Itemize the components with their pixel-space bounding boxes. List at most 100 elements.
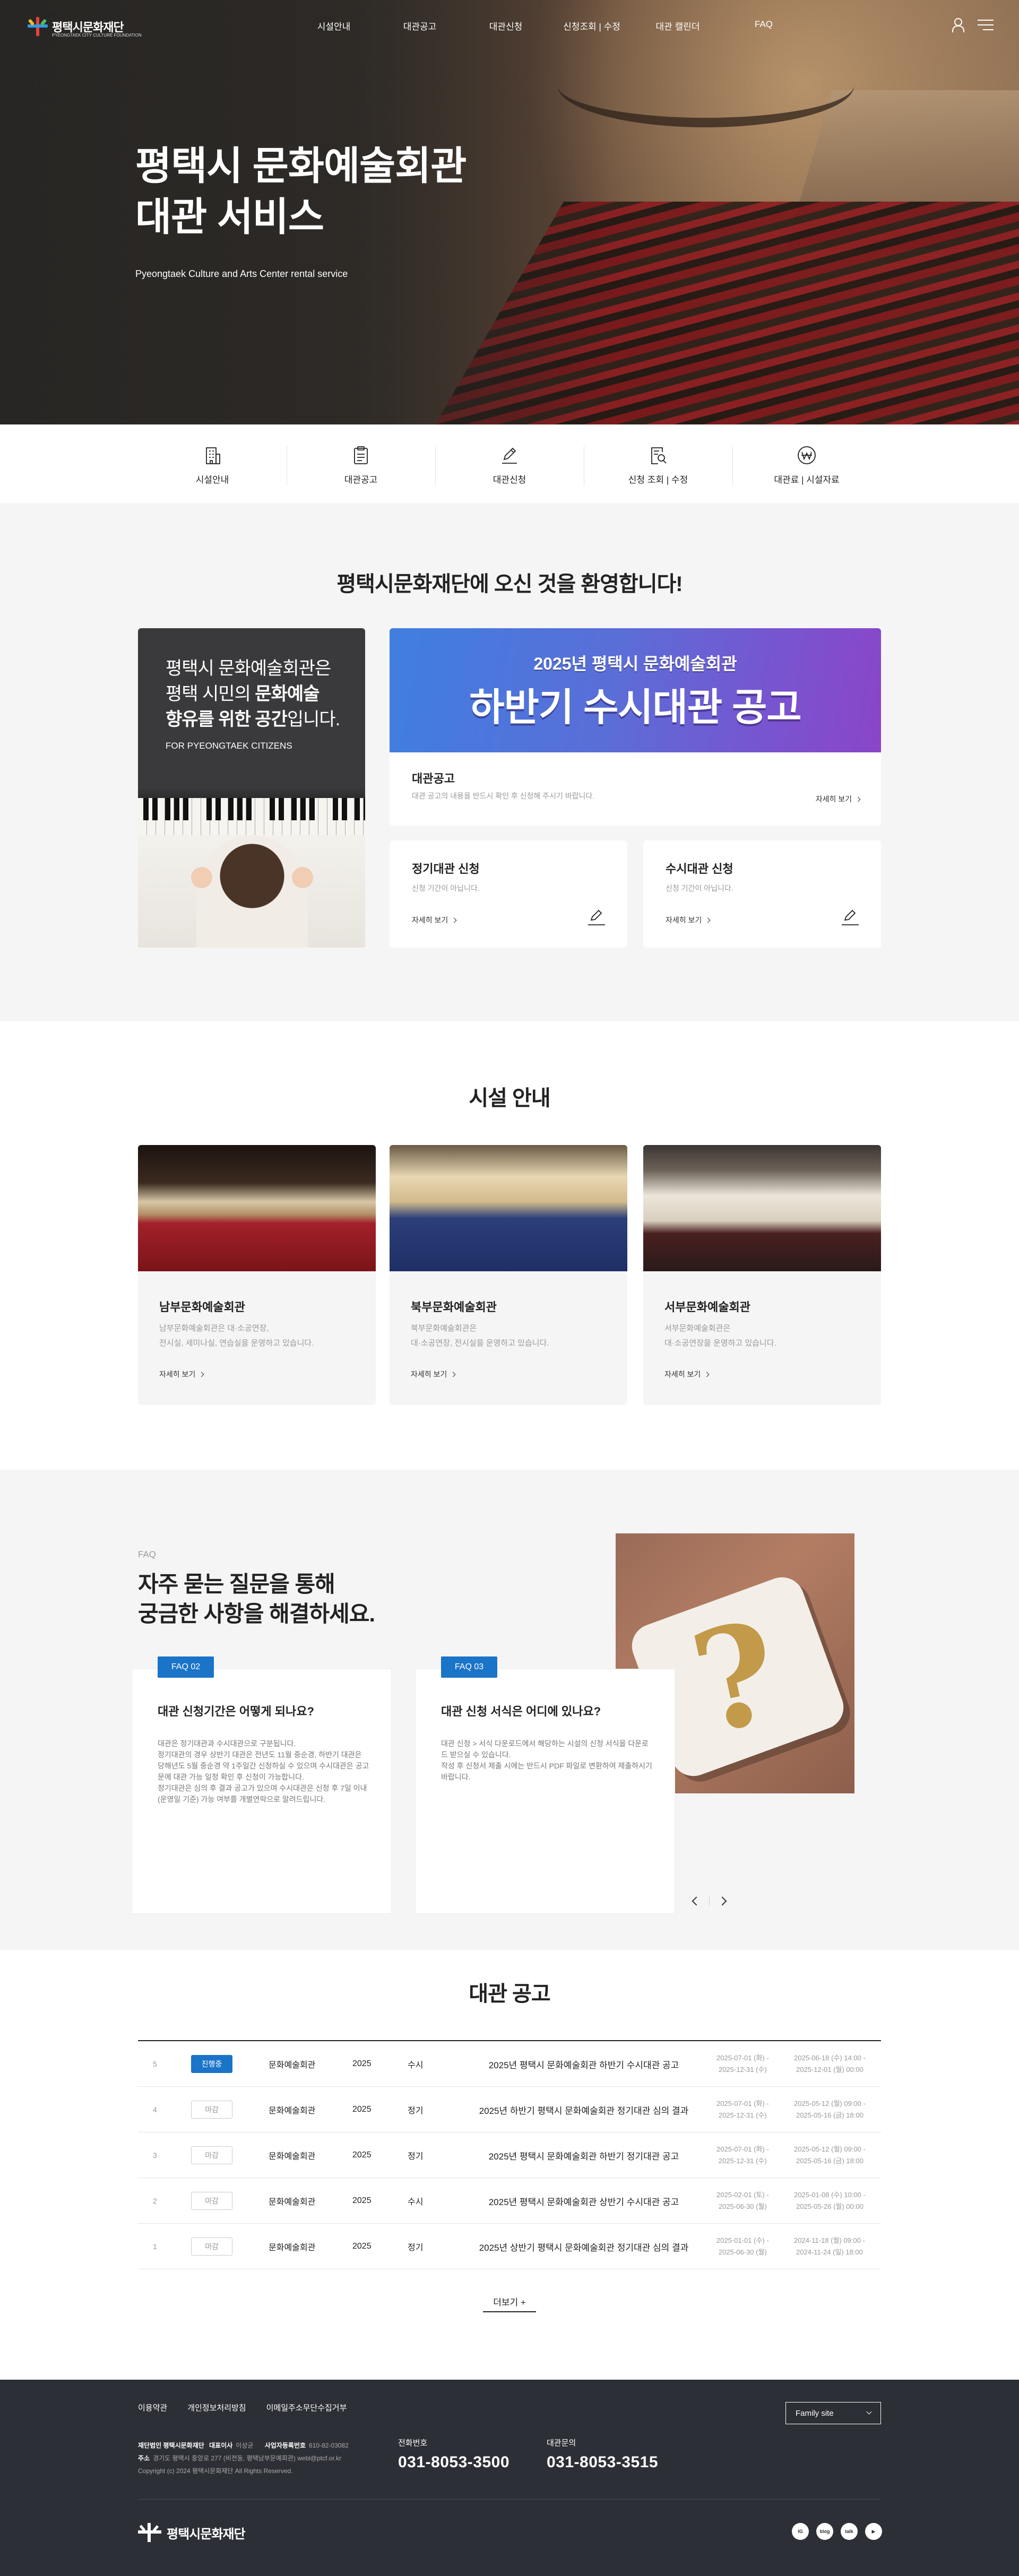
row-year: 2025 (352, 2105, 372, 2114)
instagram-icon[interactable]: IG (792, 2523, 809, 2540)
quick-item-apply[interactable]: 대관신청 (435, 440, 584, 488)
family-site-select[interactable]: Family site (785, 2402, 881, 2424)
row-number: 3 (153, 2151, 157, 2159)
kakao-icon[interactable]: talk (841, 2523, 858, 2540)
ceo-value: 이상균 (236, 2442, 254, 2449)
facility-name: 서부문화예술회관 (664, 1300, 750, 1314)
more-button[interactable]: 더보기 + (483, 2295, 536, 2312)
row-venue: 문화예술회관 (269, 2152, 316, 2161)
occasional-rental-desc: 신청 기간이 아닙니다. (666, 884, 733, 892)
quick-item-lookup[interactable]: 신청 조회 | 수정 (584, 440, 732, 488)
chevron-right-icon (705, 917, 711, 923)
footer-link-privacy[interactable]: 개인정보처리방침 (187, 2402, 246, 2413)
footer-divider (138, 2499, 881, 2500)
nav-item-faq[interactable]: FAQ (721, 19, 807, 32)
faq-card[interactable]: FAQ 02 대관 신청기간은 어떻게 되나요? 대관은 정기대관과 수시대관으… (132, 1656, 392, 1914)
table-row[interactable]: 2 마감 문화예술회관 2025 수시 2025년 평택시 문화예술회관 상반기 수시대관… (138, 2178, 881, 2224)
more-label: 자세히 보기 (412, 916, 448, 924)
facility-card-south[interactable]: 남부문화예술회관 남부문화예술회관은 대·소공연장, 전시실, 세미나실, 연습실… (138, 1145, 376, 1405)
row-title[interactable]: 2025년 하반기 평택시 문화예술회관 정기대관 심의 결과 (446, 2087, 722, 2132)
prev-arrow-icon[interactable] (692, 1896, 701, 1906)
logo-subtext: PYEONGTAEK CITY CULTURE FOUNDATION (52, 33, 142, 38)
hero-title-line1: 평택시 문화예술회관 (135, 144, 467, 188)
table-row[interactable]: 1 마감 문화예술회관 2025 정기 2025년 상반기 평택시 문화예술회관 정기대관… (138, 2224, 881, 2269)
period-end: 2025-12-31 (수) (718, 2111, 767, 2119)
building-icon (201, 444, 224, 467)
regular-rental-title: 정기대관 신청 (412, 862, 480, 875)
row-title[interactable]: 2025년 상반기 평택시 문화예술회관 정기대관 심의 결과 (446, 2224, 722, 2269)
notice-banner[interactable]: 2025년 평택시 문화예술회관 하반기 수시대관 공고 (390, 628, 881, 752)
site-logo[interactable]: 평택시문화재단 PYEONGTAEK CITY CULTURE FOUNDATI… (28, 17, 142, 38)
quick-item-notice[interactable]: 대관공고 (287, 440, 435, 488)
facility-more-link[interactable]: 자세히 보기 (664, 1369, 710, 1380)
chevron-right-icon (451, 917, 457, 923)
inquiry-number[interactable]: 031-8053-3515 (547, 2453, 658, 2471)
table-row[interactable]: 3 마감 문화예술회관 2025 정기 2025년 평택시 문화예술회관 하반기 정기대관… (138, 2132, 881, 2178)
row-rental-period: 2025-07-01 (화) - 2025-12-31 (수) (716, 2132, 769, 2178)
row-apply-period: 2024-11-18 (월) 09:00 - 2024-11-24 (일) 18:… (794, 2224, 865, 2269)
footer-links: 이용약관 개인정보처리방침 이메일주소무단수집거부 (138, 2402, 347, 2413)
row-apply-period: 2025-05-12 (월) 09:00 - 2025-05-16 (금) 18:… (794, 2087, 866, 2132)
quick-label: 대관신청 (493, 475, 526, 485)
hero-title-line2: 대관 서비스 (135, 195, 324, 239)
clipboard-icon (349, 444, 373, 467)
welcome-title: 평택시문화재단에 오신 것을 환영합니다! (336, 573, 683, 596)
footer-logo[interactable]: 평택시문화재단 (138, 2523, 246, 2542)
quick-item-facility[interactable]: 시설안내 (138, 440, 287, 488)
tel-number[interactable]: 031-8053-3500 (398, 2453, 510, 2471)
period-start: 2025-02-01 (토) - (716, 2191, 769, 2199)
table-row[interactable]: 5 진행중 문화예술회관 2025 수시 2025년 평택시 문화예술회관 하반기 수시대… (138, 2041, 881, 2087)
facility-card-west[interactable]: 서부문화예술회관 서부문화예술회관은 대·소공연장을 운영하고 있습니다. 자세히… (643, 1145, 881, 1405)
row-title[interactable]: 2025년 평택시 문화예술회관 상반기 수시대관 공고 (446, 2178, 722, 2224)
faq-card[interactable]: FAQ 03 대관 신청 서식은 어디에 있나요? 대관 신청 > 서식 다운로… (415, 1656, 675, 1914)
status-badge: 마감 (191, 2237, 232, 2256)
hero-title: 평택시 문화예술회관 대관 서비스 (135, 141, 467, 242)
logo-mark-icon (138, 2523, 161, 2542)
occasional-rental-more-link[interactable]: 자세히 보기 (666, 915, 711, 925)
banner-title: 하반기 수시대관 공고 (469, 687, 801, 729)
nav-item-rental-notice[interactable]: 대관공고 (377, 19, 463, 32)
nav-item-calendar[interactable]: 대관 캘린더 (635, 19, 721, 32)
row-title[interactable]: 2025년 평택시 문화예술회관 하반기 수시대관 공고 (446, 2041, 722, 2087)
period-end: 2025-06-30 (월) (718, 2248, 767, 2256)
footer-link-terms[interactable]: 이용약관 (138, 2402, 167, 2413)
youtube-icon[interactable]: ▶ (865, 2523, 882, 2540)
more-label: 자세히 보기 (664, 1370, 701, 1378)
user-icon[interactable] (951, 18, 964, 32)
status-badge: 마감 (191, 2146, 232, 2164)
global-header: 평택시문화재단 PYEONGTAEK CITY CULTURE FOUNDATI… (0, 0, 1019, 53)
period-start: 2025-07-01 (화) - (716, 2145, 769, 2153)
row-kind: 수시 (408, 2061, 424, 2070)
facility-photo-west (643, 1145, 881, 1271)
facility-more-link[interactable]: 자세히 보기 (411, 1369, 456, 1380)
header-utility (951, 18, 994, 32)
row-rental-period: 2025-02-01 (토) - 2025-06-30 (월) (716, 2178, 769, 2224)
quick-item-fee[interactable]: 대관료 | 시설자료 (732, 440, 881, 488)
nav-item-rental-apply[interactable]: 대관신청 (463, 19, 549, 32)
footer-link-email-policy[interactable]: 이메일주소무단수집거부 (266, 2402, 347, 2413)
period-end: 2025-06-30 (월) (718, 2202, 767, 2210)
nav-divider (709, 1897, 710, 1905)
row-kind: 정기 (408, 2106, 424, 2115)
row-rental-period: 2025-07-01 (화) - 2025-12-31 (수) (716, 2087, 769, 2132)
facility-card-north[interactable]: 북부문화예술회관 북부문화예술회관은 대·소공연장, 전시실을 운영하고 있습니다… (390, 1145, 627, 1405)
hamburger-menu-icon[interactable] (978, 20, 994, 30)
table-row[interactable]: 4 마감 문화예술회관 2025 정기 2025년 하반기 평택시 문화예술회관 정기대관… (138, 2087, 881, 2132)
intro-card: 평택시 문화예술회관은 평택 시민의 문화예술 향유를 위한 공간입니다. FO… (138, 628, 365, 948)
nav-item-facility[interactable]: 시설안내 (291, 19, 377, 32)
row-venue: 문화예술회관 (269, 2061, 316, 2070)
regular-rental-more-link[interactable]: 자세히 보기 (412, 915, 457, 925)
facility-more-link[interactable]: 자세히 보기 (159, 1369, 204, 1380)
status-badge: 마감 (191, 2192, 232, 2210)
next-arrow-icon[interactable] (718, 1896, 727, 1906)
quick-label: 신청 조회 | 수정 (628, 475, 688, 485)
nav-item-apply-lookup[interactable]: 신청조회 | 수정 (549, 19, 635, 32)
hero-section: 평택시문화재단 PYEONGTAEK CITY CULTURE FOUNDATI… (0, 0, 1019, 424)
main-nav: 시설안내 대관공고 대관신청 신청조회 | 수정 대관 캘린더 FAQ (291, 19, 807, 32)
intro-line2: 평택 시민의 (166, 684, 255, 704)
row-title[interactable]: 2025년 평택시 문화예술회관 하반기 정기대관 공고 (446, 2132, 722, 2178)
won-icon (795, 444, 818, 467)
pencil-icon (842, 909, 859, 925)
notice-more-link[interactable]: 자세히 보기 (816, 794, 861, 804)
blog-icon[interactable]: blog (816, 2523, 833, 2540)
